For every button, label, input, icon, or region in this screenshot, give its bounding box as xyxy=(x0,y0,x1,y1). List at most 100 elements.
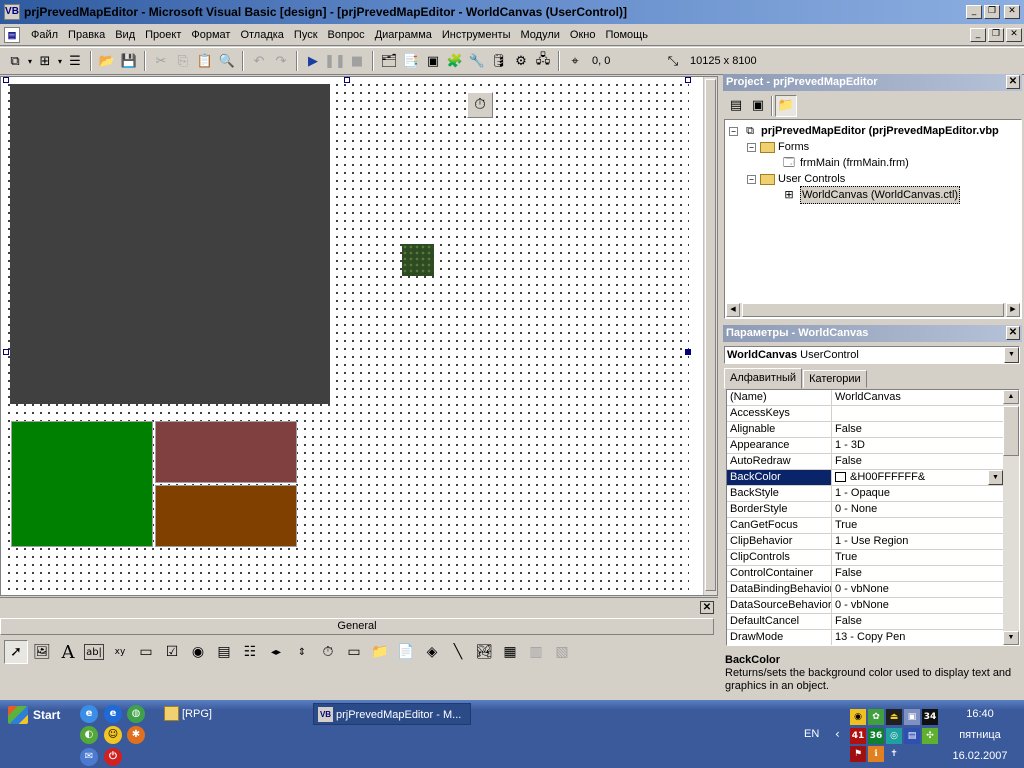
tray-expand-icon[interactable]: ‹ xyxy=(835,727,840,741)
label-tool-icon[interactable]: A xyxy=(56,640,80,664)
object-browser-icon[interactable]: 🧩 xyxy=(444,50,466,72)
mdi-document-icon[interactable]: ▤ xyxy=(4,27,20,43)
property-row[interactable]: AutoRedraw False xyxy=(727,454,1003,470)
project-tree-scroll-thumb[interactable] xyxy=(742,303,1004,317)
disabled-tool-icon[interactable]: ▧ xyxy=(550,640,574,664)
resize-handle-top-middle[interactable] xyxy=(344,77,350,83)
quicklaunch-ie-icon[interactable]: e xyxy=(104,705,122,723)
tree-item-forms[interactable]: − Forms xyxy=(747,139,809,155)
tree-item-project[interactable]: − ⧉ prjPrevedMapEditor (prjPrevedMapEdit… xyxy=(729,123,999,139)
property-row[interactable]: DataBindingBehavior 0 - vbNone xyxy=(727,582,1003,598)
project-explorer-icon[interactable]: 🗂 xyxy=(378,50,400,72)
pointer-tool-icon[interactable]: ➚ xyxy=(4,640,28,664)
tray-counter-34[interactable]: 34 xyxy=(922,709,938,725)
listbox-tool-icon[interactable]: ☷ xyxy=(238,640,262,664)
vb-app-icon[interactable]: VB xyxy=(4,4,20,20)
property-grid[interactable]: (Name) WorldCanvas AccessKeys Alignable Fa… xyxy=(726,389,1020,646)
palette-rose-box[interactable] xyxy=(155,421,297,483)
grass-tile-image[interactable] xyxy=(402,244,434,276)
menu-view[interactable]: Вид xyxy=(110,26,140,44)
quicklaunch-mail-icon[interactable]: ✉ xyxy=(80,748,98,766)
property-row[interactable]: Alignable False xyxy=(727,422,1003,438)
chevron-down-icon[interactable]: ▼ xyxy=(1004,347,1019,363)
add-project-dropdown-icon[interactable]: ▾ xyxy=(26,57,34,66)
taskbar-item-rpg[interactable]: [RPG] xyxy=(160,703,300,725)
menu-help[interactable]: Помощь xyxy=(600,26,653,44)
minimize-button[interactable]: _ xyxy=(966,5,982,19)
palette-brown-box[interactable] xyxy=(155,485,297,547)
menu-editor-icon[interactable]: ☰ xyxy=(64,50,86,72)
menu-diagram[interactable]: Диаграмма xyxy=(370,26,437,44)
menu-addins[interactable]: Модули xyxy=(515,26,564,44)
tray-green-icon[interactable]: ✣ xyxy=(922,728,938,744)
quicklaunch-globe-icon[interactable]: ◍ xyxy=(127,705,145,723)
frame-tool-icon[interactable]: xy xyxy=(108,640,132,664)
filelistbox-tool-icon[interactable]: 📄 xyxy=(394,640,418,664)
project-tree[interactable]: − ⧉ prjPrevedMapEditor (prjPrevedMapEdit… xyxy=(724,119,1022,319)
tree-item-usercontrols[interactable]: − User Controls xyxy=(747,171,845,187)
picturebox-tool-icon[interactable]: 🖼 xyxy=(30,640,54,664)
quicklaunch-browser-icon[interactable]: e xyxy=(80,705,98,723)
menu-project[interactable]: Проект xyxy=(140,26,186,44)
image-tool-icon[interactable]: 🏞 xyxy=(472,640,496,664)
tray-eject-icon[interactable]: ⏏ xyxy=(886,709,902,725)
mdi-minimize-button[interactable]: _ xyxy=(970,28,986,42)
property-grid-scroll-thumb[interactable] xyxy=(1003,406,1019,456)
toggle-folders-icon[interactable]: 📁 xyxy=(775,94,797,117)
scroll-down-arrow-icon[interactable]: ▼ xyxy=(1003,631,1019,645)
designer-vertical-scrollbar[interactable] xyxy=(703,77,717,595)
property-row[interactable]: (Name) WorldCanvas xyxy=(727,390,1003,406)
tray-camera-icon[interactable]: ◉ xyxy=(850,709,866,725)
copy-icon[interactable]: ⎘ xyxy=(172,50,194,72)
paste-icon[interactable]: 📋 xyxy=(194,50,216,72)
properties-panel-close-button[interactable]: ✕ xyxy=(1006,326,1020,340)
property-row[interactable]: ClipControls True xyxy=(727,550,1003,566)
mdi-close-button[interactable]: ✕ xyxy=(1006,28,1022,42)
property-row[interactable]: BorderStyle 0 - None xyxy=(727,502,1003,518)
title-bar[interactable]: VB prjPrevedMapEditor - Microsoft Visual… xyxy=(0,0,1024,24)
undo-icon[interactable]: ↶ xyxy=(248,50,270,72)
map-canvas-picturebox[interactable] xyxy=(10,84,330,404)
menu-file[interactable]: Файл xyxy=(26,26,63,44)
properties-panel-title[interactable]: Параметры - WorldCanvas ✕ xyxy=(723,325,1022,342)
scroll-right-arrow-icon[interactable]: ▶ xyxy=(1006,303,1020,317)
start-run-icon[interactable]: ▶ xyxy=(302,50,324,72)
menu-format[interactable]: Формат xyxy=(186,26,235,44)
redo-icon[interactable]: ↷ xyxy=(270,50,292,72)
resize-handle-top-right[interactable] xyxy=(685,77,691,83)
break-icon[interactable]: ❚❚ xyxy=(324,50,346,72)
tree-expander[interactable]: − xyxy=(747,174,756,184)
tray-antivirus-icon[interactable]: ⚑ xyxy=(850,746,866,762)
tab-categorized[interactable]: Категории xyxy=(803,370,867,388)
resize-handle-middle-right[interactable] xyxy=(685,349,691,355)
property-row[interactable]: ClipBehavior 1 - Use Region xyxy=(727,534,1003,550)
combobox-tool-icon[interactable]: ▤ xyxy=(212,640,236,664)
clock-time[interactable]: 16:40 xyxy=(948,708,1012,720)
quicklaunch-opera-icon[interactable]: ◐ xyxy=(80,726,98,744)
menu-window[interactable]: Окно xyxy=(565,26,601,44)
form-layout-icon[interactable]: ▣ xyxy=(422,50,444,72)
quicklaunch-power-icon[interactable]: ⏻ xyxy=(104,748,122,766)
close-button[interactable]: ✕ xyxy=(1004,5,1020,19)
drivelistbox-tool-icon[interactable]: ▭ xyxy=(342,640,366,664)
tray-flower-icon[interactable]: ✿ xyxy=(868,709,884,725)
property-row[interactable]: DrawMode 13 - Copy Pen xyxy=(727,630,1003,645)
save-icon[interactable]: 💾 xyxy=(118,50,140,72)
add-form-icon[interactable]: ⊞ xyxy=(34,50,56,72)
scroll-up-arrow-icon[interactable]: ▲ xyxy=(1003,390,1019,404)
properties-window-icon[interactable]: 📑 xyxy=(400,50,422,72)
project-tree-hscrollbar[interactable]: ◀ ▶ xyxy=(726,303,1020,317)
timer-tool-icon[interactable]: ⏱ xyxy=(316,640,340,664)
taskbar-item-vb[interactable]: VB prjPrevedMapEditor - M... xyxy=(313,703,471,725)
find-icon[interactable]: 🔍 xyxy=(216,50,238,72)
toolbox-close-button[interactable]: ✕ xyxy=(700,601,714,614)
dirlistbox-tool-icon[interactable]: 📁 xyxy=(368,640,392,664)
add-form-dropdown-icon[interactable]: ▾ xyxy=(56,57,64,66)
usercontrol-designer[interactable]: ⏱ xyxy=(0,76,718,596)
property-row[interactable]: AccessKeys xyxy=(727,406,1003,422)
menu-tools[interactable]: Инструменты xyxy=(437,26,516,44)
tray-counter-36[interactable]: 36 xyxy=(868,728,884,744)
vscrollbar-tool-icon[interactable]: ⇕ xyxy=(290,640,314,664)
tab-alphabetic[interactable]: Алфавитный xyxy=(724,368,803,389)
project-panel-close-button[interactable]: ✕ xyxy=(1006,75,1020,89)
